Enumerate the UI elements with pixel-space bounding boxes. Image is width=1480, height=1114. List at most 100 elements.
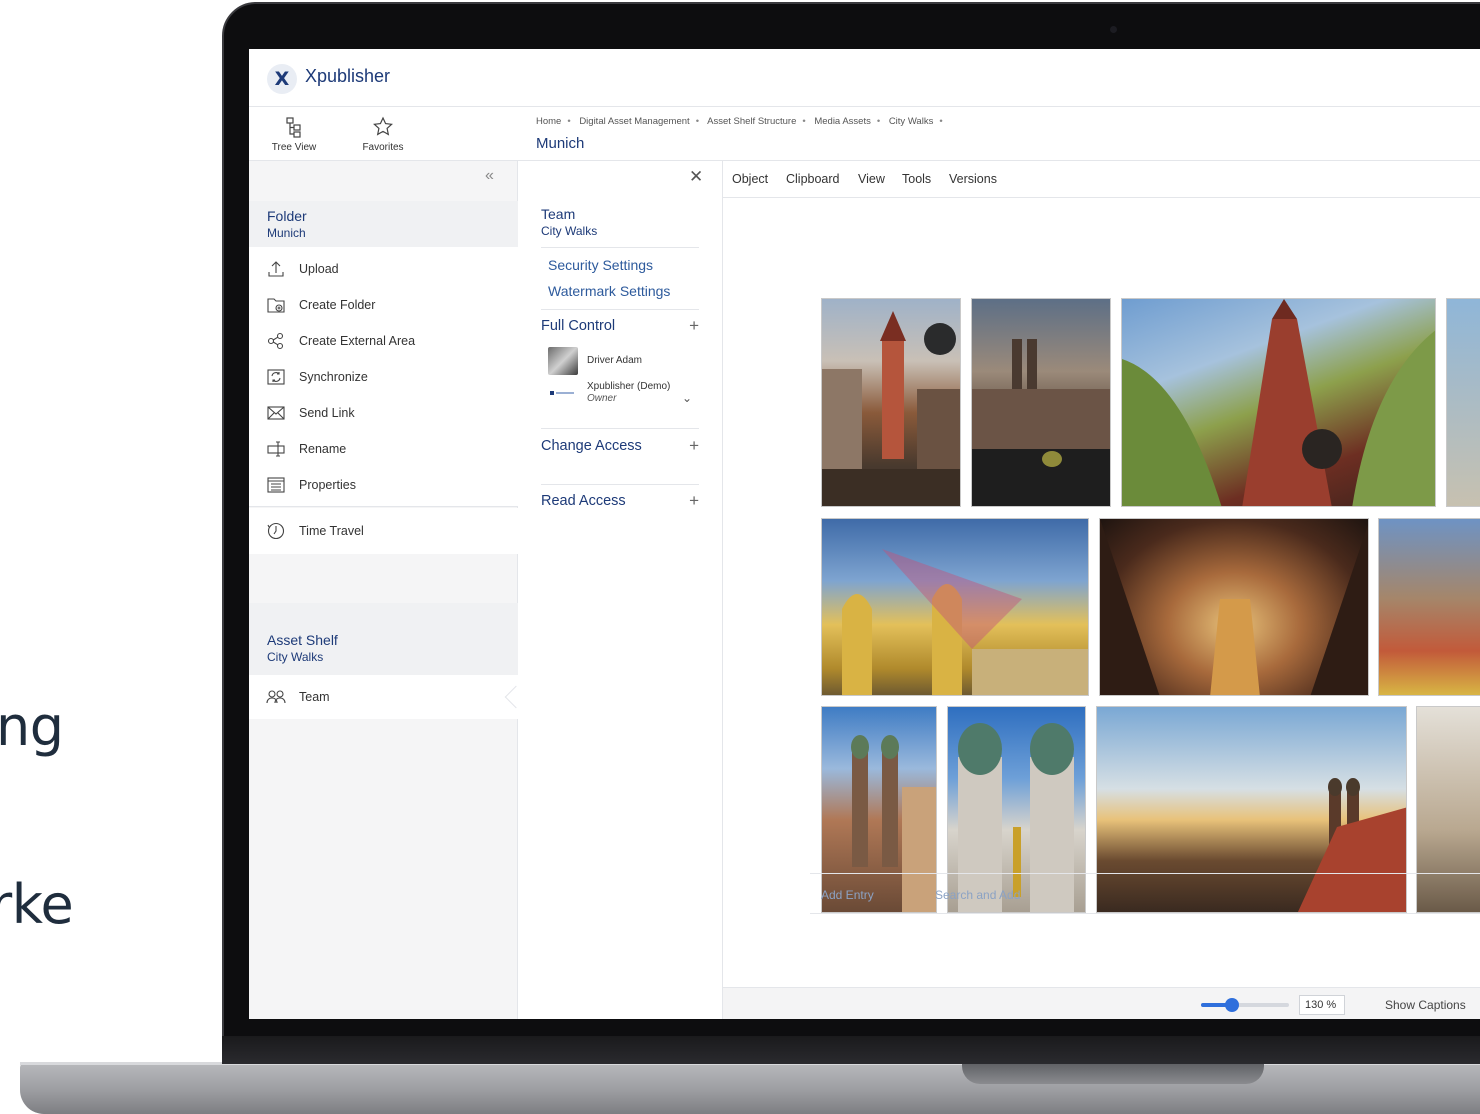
city-hall-photo	[822, 311, 960, 506]
divider	[541, 484, 699, 485]
action-properties[interactable]: Properties	[249, 467, 518, 503]
member-name: Driver Adam	[587, 355, 643, 366]
action-team-label: Team	[299, 690, 330, 704]
zoom-slider-handle[interactable]	[1224, 998, 1239, 1012]
star-icon	[373, 116, 393, 136]
clock-icon	[267, 522, 285, 540]
member-name-block: Xpublisher (Demo) Owner	[587, 381, 670, 405]
tab-favorites[interactable]: Favorites	[357, 115, 409, 153]
action-upload[interactable]: Upload	[249, 251, 518, 287]
menu-object[interactable]: Object	[732, 172, 768, 186]
photo-thumbnail[interactable]	[1121, 298, 1436, 507]
search-and-add-button[interactable]: Search and Add	[935, 888, 1020, 902]
plus-icon[interactable]: +	[689, 316, 699, 336]
security-settings-link[interactable]: Security Settings	[548, 257, 653, 273]
member-name: Xpublisher (Demo)	[587, 381, 671, 392]
rename-icon	[267, 441, 285, 457]
chevron-down-icon[interactable]: ⌄	[682, 391, 692, 405]
team-panel: ✕ Team City Walks Security Settings Wate…	[518, 161, 723, 1019]
full-control-section[interactable]: Full Control +	[541, 316, 699, 336]
action-synchronize[interactable]: Synchronize	[249, 359, 518, 395]
asset-shelf-actions: Team	[249, 675, 518, 719]
page: ng rke X Xpublisher Tree View Favorites …	[0, 0, 1480, 1114]
team-header: Team City Walks	[541, 205, 699, 248]
create-folder-icon	[267, 298, 285, 313]
background-text-line-1: ng	[0, 695, 64, 758]
action-send-link[interactable]: Send Link	[249, 395, 518, 431]
add-entry-bar: Add Entry Search and Add	[810, 873, 1480, 914]
zoom-slider[interactable]	[1201, 1003, 1289, 1007]
content-toolbar: Object Clipboard View Tools Versions	[723, 161, 1480, 198]
breadcrumb-digital-asset-management[interactable]: Digital Asset Management	[579, 116, 689, 127]
marienplatz-photo	[972, 339, 1110, 506]
status-bar: 130 % Show Captions	[723, 987, 1480, 1019]
tab-tree-view-label: Tree View	[271, 142, 317, 153]
photo-thumbnail[interactable]	[1378, 518, 1480, 696]
upload-icon	[268, 261, 284, 277]
team-icon	[266, 690, 286, 704]
menu-tools[interactable]: Tools	[902, 172, 931, 186]
time-travel-section: Time Travel	[249, 508, 518, 554]
xpublisher-avatar-logo	[548, 386, 578, 400]
action-rename[interactable]: Rename	[249, 431, 518, 467]
plus-icon[interactable]: +	[689, 436, 699, 456]
photo-thumbnail[interactable]	[821, 518, 1089, 696]
breadcrumb-separator: •	[567, 116, 571, 127]
photo-thumbnail[interactable]	[821, 298, 961, 507]
action-rename-label: Rename	[299, 442, 347, 456]
action-upload-label: Upload	[299, 262, 339, 276]
read-access-title: Read Access	[541, 493, 626, 509]
collapse-sidebar-icon[interactable]: «	[485, 167, 494, 185]
change-access-section[interactable]: Change Access +	[541, 436, 699, 456]
photo-thumbnail[interactable]	[1099, 518, 1369, 696]
folder-header: Folder Munich	[249, 201, 518, 247]
action-team[interactable]: Team	[249, 679, 518, 715]
camera	[1110, 26, 1117, 33]
breadcrumb-separator: •	[695, 116, 700, 127]
breadcrumb-home[interactable]: Home	[536, 116, 561, 127]
action-create-folder[interactable]: Create Folder	[249, 287, 518, 323]
asset-shelf-name: City Walks	[267, 650, 324, 664]
breadcrumb-separator: •	[802, 116, 806, 127]
app-header: X Xpublisher	[249, 49, 1480, 107]
plus-icon[interactable]: +	[689, 491, 699, 511]
watermark-settings-link[interactable]: Watermark Settings	[548, 283, 670, 299]
content-area: Object Clipboard View Tools Versions Add…	[723, 161, 1480, 1019]
photo-thumbnail[interactable]	[971, 298, 1111, 507]
breadcrumb-media-assets[interactable]: Media Assets	[814, 116, 871, 127]
left-sidebar: Tree View Favorites « Folder Munich Uplo…	[249, 107, 528, 1019]
read-access-section[interactable]: Read Access +	[541, 491, 699, 511]
menu-clipboard[interactable]: Clipboard	[786, 172, 840, 186]
sidebar-tabs: Tree View Favorites	[249, 107, 518, 161]
add-entry-button[interactable]: Add Entry	[821, 888, 874, 902]
member-xpublisher-demo[interactable]: Xpublisher (Demo) Owner	[548, 381, 670, 405]
folder-name: Munich	[267, 226, 306, 240]
breadcrumb-separator: •	[939, 116, 943, 127]
app-window: X Xpublisher Tree View Favorites « Folde…	[249, 49, 1480, 1019]
action-synchronize-label: Synchronize	[299, 370, 368, 384]
breadcrumb-asset-shelf-structure[interactable]: Asset Shelf Structure	[707, 116, 796, 127]
avatar	[548, 347, 578, 375]
background-text-line-2: rke	[0, 873, 74, 936]
folder-actions: Upload Create Folder Create External Are…	[249, 247, 518, 507]
app-name: Xpublisher	[305, 66, 391, 86]
page-title: Munich	[536, 135, 585, 152]
show-captions-toggle[interactable]: Show Captions	[1385, 998, 1466, 1012]
xpublisher-logo-icon[interactable]: X	[267, 64, 297, 94]
tab-tree-view[interactable]: Tree View	[269, 115, 319, 153]
member-driver-adam[interactable]: Driver Adam	[548, 347, 642, 375]
menu-versions[interactable]: Versions	[949, 172, 997, 186]
divider	[541, 309, 699, 310]
menu-view[interactable]: View	[858, 172, 885, 186]
photo-thumbnail[interactable]	[1446, 298, 1480, 507]
breadcrumb-city-walks[interactable]: City Walks	[889, 116, 934, 127]
change-access-title: Change Access	[541, 438, 642, 454]
close-icon[interactable]: ✕	[689, 167, 703, 187]
tree-view-icon	[286, 117, 301, 138]
action-create-external-area-label: Create External Area	[299, 334, 416, 348]
action-time-travel[interactable]: Time Travel	[249, 513, 518, 549]
action-create-external-area[interactable]: Create External Area	[249, 323, 518, 359]
zoom-level[interactable]: 130 %	[1299, 995, 1345, 1015]
properties-icon	[267, 477, 285, 493]
divider	[541, 428, 699, 429]
